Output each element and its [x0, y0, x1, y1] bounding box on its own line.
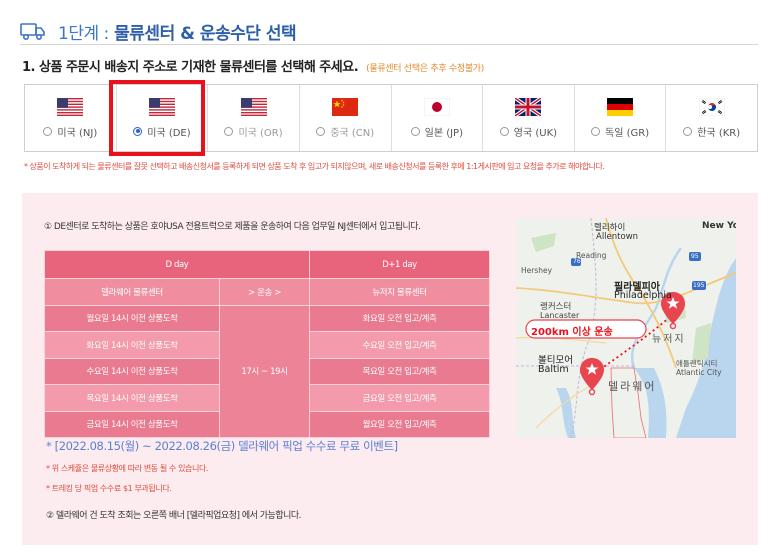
radio-uk[interactable]: [499, 126, 509, 136]
center-option-jp[interactable]: 일본 (JP): [392, 85, 484, 151]
germany-flag-icon: [607, 97, 634, 116]
table-sub-left: 델라웨어 물류센터: [44, 278, 220, 306]
us-flag-icon: [57, 97, 84, 116]
map-label: Allentown: [596, 232, 639, 242]
section-header: 1단계 : 물류센터 & 운송수단 선택: [20, 14, 760, 48]
center-label: 한국 (KR): [697, 127, 741, 139]
center-option-us-nj[interactable]: 미국 (NJ): [25, 85, 117, 151]
map-label: 뉴저지: [652, 334, 686, 345]
us-flag-icon: [148, 97, 175, 116]
step-label: 1단계 :: [58, 23, 109, 44]
center-label: 중국 (CN): [330, 127, 375, 139]
panel-intro: ① DE센터로 도착하는 상품은 호야USA 전용트럭으로 제품을 운송하여 다…: [44, 222, 421, 232]
instruction-main: 1. 상품 주문시 배송지 주소로 기재한 물류센터를 선택해 주세요.: [22, 60, 359, 75]
radio-us-or[interactable]: [224, 126, 234, 136]
route-map: 렐리하이 Allentown New Yo Reading Hershey 76…: [516, 218, 736, 438]
center-option-us-de[interactable]: 미국 (DE): [117, 85, 209, 151]
korea-flag-icon: [698, 97, 725, 116]
table-head-d1day: D+1 day: [309, 250, 490, 279]
schedule-table: D day D+1 day 델라웨어 물류센터 > 운송 > 뉴저지 물류센터 …: [44, 250, 490, 438]
header-divider: [20, 44, 758, 45]
map-label: Philadelphia: [614, 290, 672, 301]
row-arrival: 목요일 14시 이전 상품도착: [44, 384, 220, 412]
radio-us-nj[interactable]: [43, 126, 53, 136]
map-label: Baltim: [538, 364, 569, 375]
center-label: 영국 (UK): [513, 127, 558, 139]
table-row: 월요일 14시 이전 상품도착 17시 ~ 19시 화요일 오전 입고/계측: [44, 304, 490, 438]
center-label: 미국 (NJ): [57, 127, 98, 139]
center-label: 미국 (OR): [238, 127, 283, 139]
instruction-note: (물류센터 선택은 추후 수정불가): [366, 64, 484, 74]
radio-cn[interactable]: [316, 126, 326, 136]
row-warehousing: 월요일 오전 입고/계측: [309, 410, 490, 438]
panel-footer: ② 델라웨어 건 도착 조회는 오른쪽 배너 [델라픽업요청] 에서 가능합니다…: [46, 511, 302, 521]
uk-flag-icon: [515, 97, 542, 116]
center-option-us-or[interactable]: 미국 (OR): [208, 85, 300, 151]
center-selector: 미국 (NJ) 미국 (DE) 미국 (OR) 중국 (CN) 일본 (JP) …: [24, 84, 758, 152]
truck-icon: [20, 23, 45, 41]
map-label: Atlantic City: [676, 368, 722, 377]
radio-gr[interactable]: [591, 126, 601, 136]
radio-kr[interactable]: [683, 126, 693, 136]
map-label: Lancaster: [540, 311, 580, 320]
row-warehousing: 목요일 오전 입고/계측: [309, 357, 490, 385]
radio-us-de[interactable]: [133, 126, 143, 136]
table-sub-mid: > 운송 >: [219, 278, 310, 306]
center-option-uk[interactable]: 영국 (UK): [483, 85, 575, 151]
title-text: 물류센터 & 운송수단 선택: [114, 23, 297, 44]
map-label: 95: [691, 253, 699, 260]
row-arrival: 금요일 14시 이전 상품도착: [44, 410, 220, 438]
center-option-cn[interactable]: 중국 (CN): [300, 85, 392, 151]
instruction: 1. 상품 주문시 배송지 주소로 기재한 물류센터를 선택해 주세요. (물류…: [22, 56, 484, 75]
radio-jp[interactable]: [410, 126, 420, 136]
center-label: 독일 (GR): [605, 127, 650, 139]
center-label: 일본 (JP): [424, 127, 463, 139]
table-sub-right: 뉴저지 물류센터: [309, 278, 490, 306]
distance-badge: 200km 이상 운송: [531, 327, 613, 338]
center-label: 미국 (DE): [147, 127, 191, 139]
row-arrival: 화요일 14시 이전 상품도착: [44, 331, 220, 359]
fee-note: * 트레킹 당 픽업 수수료 $1 부과됩니다.: [46, 484, 172, 493]
row-warehousing: 수요일 오전 입고/계측: [309, 331, 490, 359]
row-warehousing: 화요일 오전 입고/계측: [309, 304, 490, 332]
center-option-gr[interactable]: 독일 (GR): [575, 85, 667, 151]
schedule-note: * 위 스케쥴은 물류상황에 따라 변동 될 수 있습니다.: [46, 464, 209, 473]
transport-time: 17시 ~ 19시: [219, 304, 310, 438]
map-label: New Yo: [702, 221, 736, 231]
row-arrival: 수요일 14시 이전 상품도착: [44, 357, 220, 385]
delaware-info-panel: ① DE센터로 도착하는 상품은 호야USA 전용트럭으로 제품을 운송하여 다…: [22, 193, 758, 545]
us-flag-icon: [240, 97, 267, 116]
map-label: 델라웨어: [608, 380, 657, 393]
china-flag-icon: [332, 97, 359, 116]
map-label: 76: [573, 258, 581, 265]
event-banner: * [2022.08.15(월) ~ 2022.08.26(금) 델라웨어 픽업…: [46, 439, 398, 453]
japan-flag-icon: [423, 97, 450, 116]
page-title: 1단계 : 물류센터 & 운송수단 선택: [58, 19, 297, 44]
table-head-dday: D day: [44, 250, 310, 279]
map-label: Hershey: [521, 266, 553, 275]
row-warehousing: 금요일 오전 입고/계측: [309, 384, 490, 412]
warning-text: * 상품이 도착하게 되는 물류센터를 잘못 선택하고 배송신청서를 등록하게 …: [24, 162, 605, 171]
map-label: 195: [693, 282, 705, 289]
row-arrival: 월요일 14시 이전 상품도착: [44, 304, 220, 332]
center-option-kr[interactable]: 한국 (KR): [666, 85, 757, 151]
